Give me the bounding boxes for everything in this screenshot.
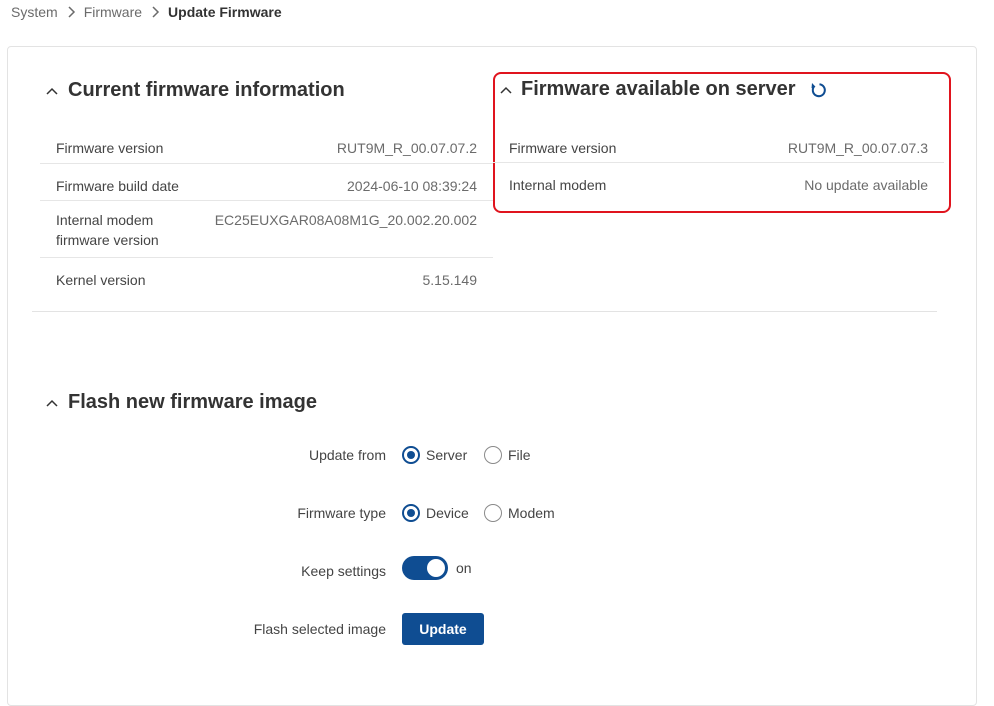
info-key: Firmware build date bbox=[56, 178, 179, 194]
server-row-firmware-version: Firmware version RUT9M_R_00.07.07.3 bbox=[493, 126, 944, 163]
info-row-modem-firmware: Internal modem firmware version EC25EUXG… bbox=[40, 201, 493, 258]
flash-image-label: Flash selected image bbox=[253, 621, 386, 637]
radio-modem[interactable]: Modem bbox=[484, 504, 555, 522]
keep-settings-state: on bbox=[456, 560, 472, 576]
server-value: RUT9M_R_00.07.07.3 bbox=[787, 140, 928, 156]
radio-device[interactable]: Device bbox=[402, 504, 469, 522]
flash-header[interactable]: Flash new firmware image bbox=[44, 391, 317, 414]
radio-file[interactable]: File bbox=[484, 446, 531, 464]
radio-unselected-icon bbox=[484, 504, 502, 522]
server-key: Firmware version bbox=[509, 140, 617, 156]
info-key: Internal modem firmware version bbox=[56, 212, 159, 248]
server-info-title: Firmware available on server bbox=[521, 78, 796, 100]
info-value: EC25EUXGAR08A08M1G_20.002.20.002 bbox=[214, 212, 477, 228]
chevron-right-icon bbox=[152, 6, 160, 18]
chevron-up-icon bbox=[500, 86, 512, 94]
keep-settings-label: Keep settings bbox=[301, 563, 386, 579]
toggle-knob bbox=[427, 559, 445, 577]
info-value: 2024-06-10 08:39:24 bbox=[347, 178, 477, 194]
breadcrumb: System Firmware Update Firmware bbox=[11, 4, 282, 20]
flash-title: Flash new firmware image bbox=[68, 391, 317, 413]
info-key: Firmware version bbox=[56, 140, 164, 156]
refresh-icon[interactable] bbox=[808, 80, 828, 100]
current-info-title: Current firmware information bbox=[68, 79, 345, 101]
update-button[interactable]: Update bbox=[402, 613, 484, 645]
breadcrumb-firmware[interactable]: Firmware bbox=[84, 4, 142, 20]
keep-settings-toggle[interactable] bbox=[402, 556, 448, 580]
breadcrumb-system[interactable]: System bbox=[11, 4, 58, 20]
info-value: 5.15.149 bbox=[422, 272, 478, 288]
breadcrumb-current: Update Firmware bbox=[168, 4, 282, 20]
server-info-header[interactable]: Firmware available on server bbox=[498, 78, 828, 101]
info-row-firmware-version: Firmware version RUT9M_R_00.07.07.2 bbox=[40, 126, 493, 164]
radio-selected-icon bbox=[402, 446, 420, 464]
chevron-up-icon bbox=[46, 399, 58, 407]
info-key: Kernel version bbox=[56, 272, 146, 288]
server-key: Internal modem bbox=[509, 177, 607, 193]
firmware-type-label: Firmware type bbox=[297, 505, 386, 521]
server-row-internal-modem: Internal modem No update available bbox=[493, 163, 944, 200]
info-row-kernel-version: Kernel version 5.15.149 bbox=[40, 258, 493, 296]
info-row-build-date: Firmware build date 2024-06-10 08:39:24 bbox=[40, 164, 493, 201]
current-info-header[interactable]: Current firmware information bbox=[44, 79, 345, 102]
update-from-label: Update from bbox=[308, 447, 386, 463]
section-divider bbox=[32, 311, 937, 312]
radio-server[interactable]: Server bbox=[402, 446, 467, 464]
radio-selected-icon bbox=[402, 504, 420, 522]
chevron-right-icon bbox=[68, 6, 75, 18]
info-value: RUT9M_R_00.07.07.2 bbox=[336, 140, 477, 156]
chevron-up-icon bbox=[46, 87, 58, 95]
radio-unselected-icon bbox=[484, 446, 502, 464]
server-value: No update available bbox=[804, 177, 928, 193]
